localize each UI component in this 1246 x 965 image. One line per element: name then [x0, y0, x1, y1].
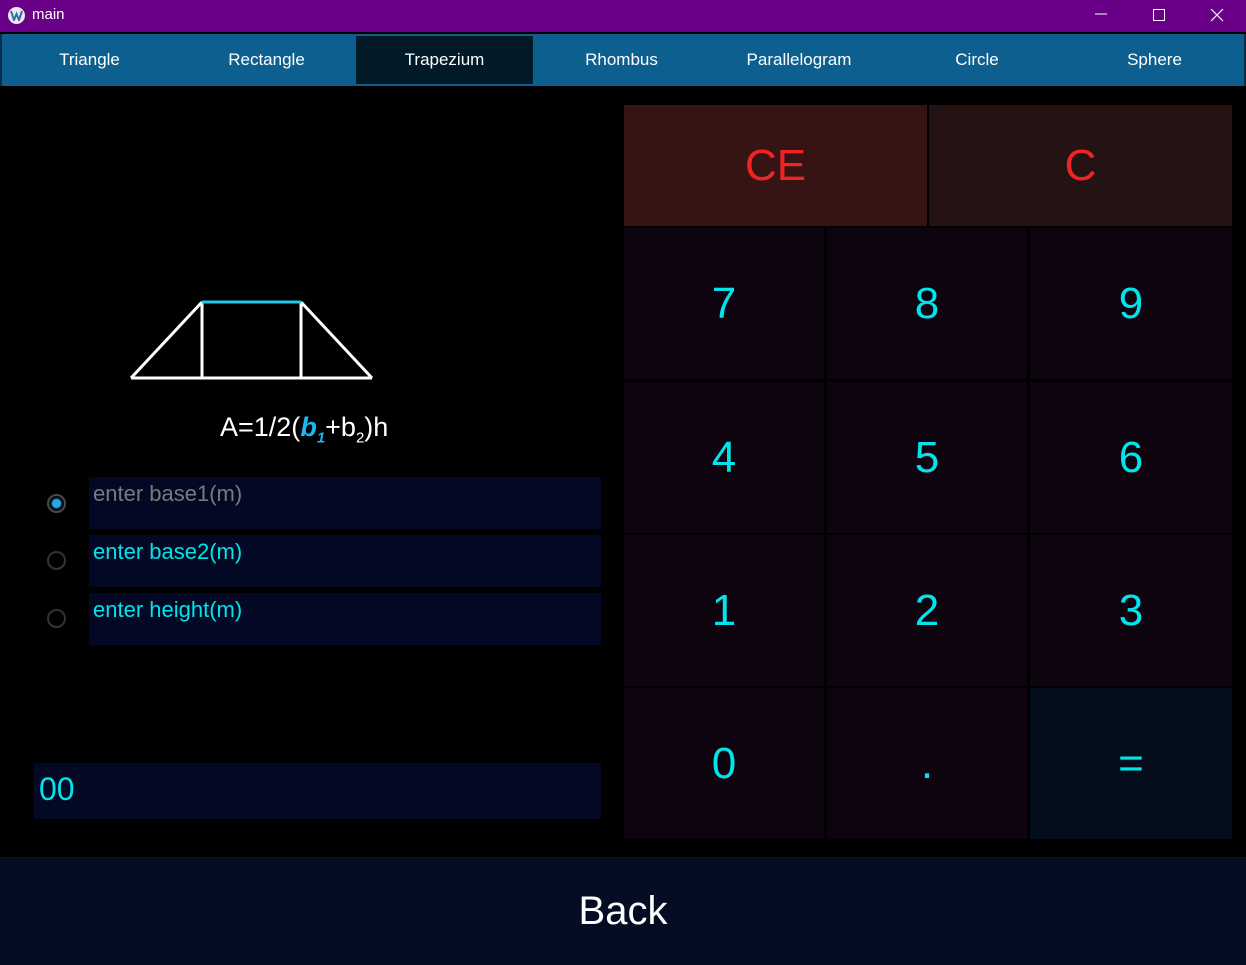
radio-height[interactable] [47, 609, 66, 628]
minimize-icon [1095, 13, 1107, 15]
tab-trapezium[interactable]: Trapezium [356, 36, 533, 84]
app-icon [8, 7, 25, 24]
key-4[interactable]: 4 [624, 382, 824, 533]
back-button[interactable]: Back [0, 857, 1246, 965]
key-2[interactable]: 2 [827, 535, 1027, 686]
equals-button[interactable]: = [1030, 688, 1232, 839]
result-display: 00 [34, 763, 601, 819]
tab-triangle[interactable]: Triangle [2, 36, 177, 84]
base2-input[interactable]: enter base2(m) [89, 535, 601, 587]
tab-parallelogram[interactable]: Parallelogram [711, 36, 887, 84]
key-decimal[interactable]: . [827, 688, 1027, 839]
key-1[interactable]: 1 [624, 535, 824, 686]
area-formula: A=1/2(b1+b2)h [220, 412, 389, 447]
maximize-icon [1153, 9, 1165, 21]
clear-entry-button[interactable]: CE [624, 105, 927, 226]
shape-tab-bar: Triangle Rectangle Trapezium Rhombus Par… [0, 34, 1246, 86]
close-icon [1210, 9, 1224, 22]
close-button[interactable] [1188, 0, 1246, 32]
key-5[interactable]: 5 [827, 382, 1027, 533]
tab-rhombus[interactable]: Rhombus [534, 36, 709, 84]
height-input[interactable]: enter height(m) [89, 593, 601, 645]
tab-rectangle[interactable]: Rectangle [179, 36, 354, 84]
title-bar: main [0, 0, 1246, 32]
radio-base2[interactable] [47, 551, 66, 570]
window-title: main [32, 6, 65, 23]
key-3[interactable]: 3 [1030, 535, 1232, 686]
maximize-button[interactable] [1130, 0, 1188, 32]
minimize-button[interactable] [1072, 0, 1130, 32]
trapezium-diagram [129, 300, 374, 380]
tab-sphere[interactable]: Sphere [1066, 36, 1243, 84]
key-9[interactable]: 9 [1030, 228, 1232, 379]
tab-divider [0, 34, 2, 86]
clear-button[interactable]: C [929, 105, 1232, 226]
key-6[interactable]: 6 [1030, 382, 1232, 533]
tab-circle[interactable]: Circle [889, 36, 1065, 84]
key-8[interactable]: 8 [827, 228, 1027, 379]
key-7[interactable]: 7 [624, 228, 824, 379]
base1-input[interactable]: enter base1(m) [89, 477, 601, 529]
radio-base1[interactable] [47, 494, 66, 513]
key-0[interactable]: 0 [624, 688, 824, 839]
